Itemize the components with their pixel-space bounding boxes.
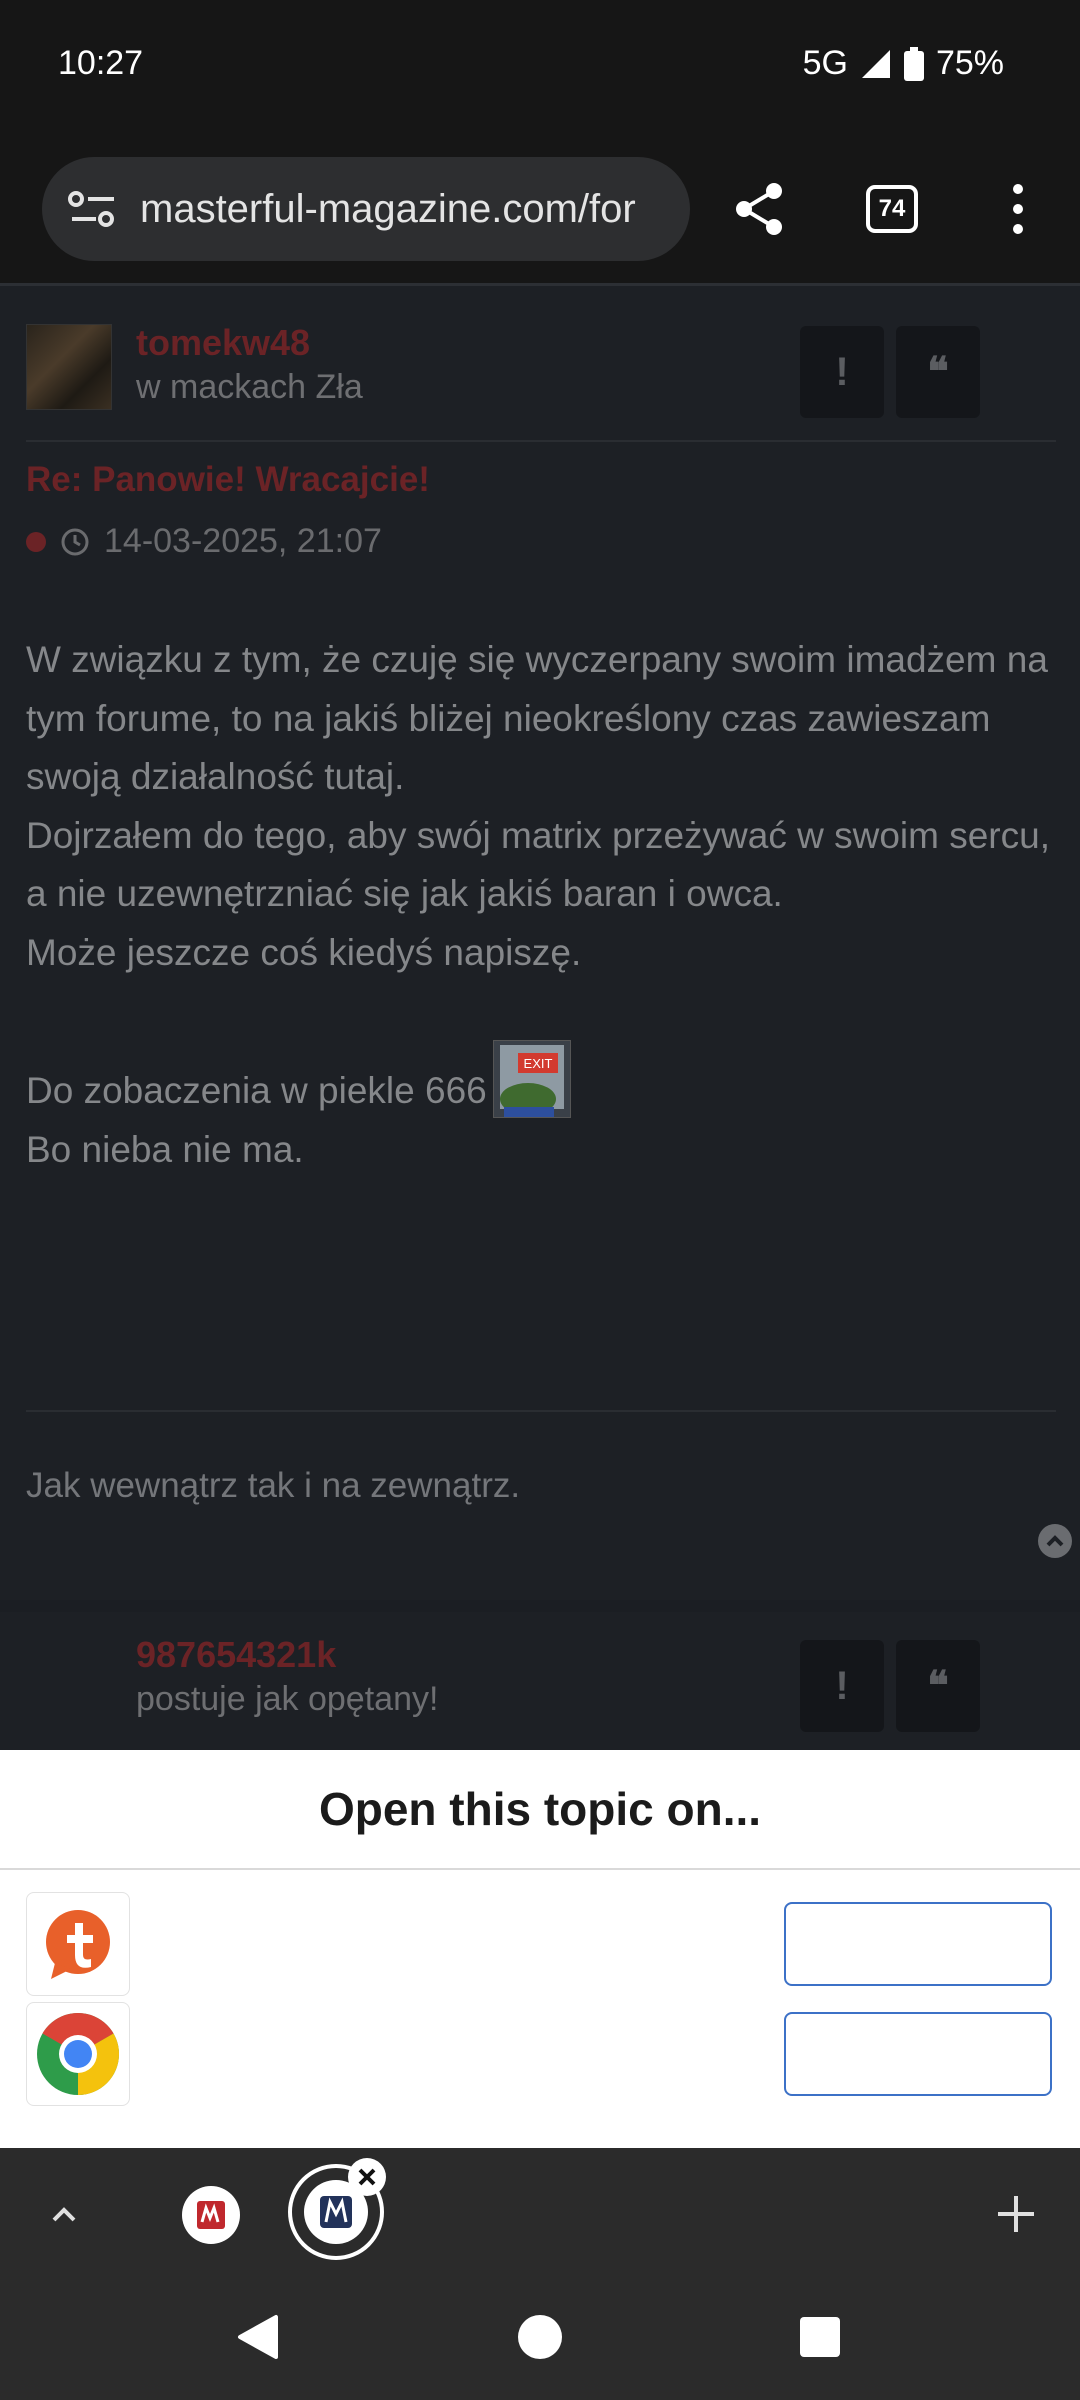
user-avatar[interactable] <box>26 324 112 410</box>
post-header-divider <box>26 440 1056 442</box>
plus-icon <box>998 2196 1034 2232</box>
open-in-sheet: Open this topic on... <box>0 1750 1080 2148</box>
tab-switcher-button[interactable]: 74 <box>856 173 928 245</box>
recents-button[interactable] <box>800 2317 840 2357</box>
forum-page: tomekw48 w mackach Zła ! ❝ Re: Panowie! … <box>0 286 1080 1750</box>
user-rank: postuje jak opętany! <box>136 1680 439 1718</box>
exit-emoji-icon: EXIT <box>492 1040 571 1118</box>
sheet-title: Open this topic on... <box>318 1783 762 1835</box>
page-info-icon[interactable] <box>64 185 124 233</box>
battery-percent: 75% <box>935 44 1004 82</box>
post-paragraph: W związku z tym, że czuję się wyczerpany… <box>26 639 1048 797</box>
post-paragraph: Do zobaczenia w piekle 666 EXIT <box>26 1040 1056 1121</box>
user-rank: w mackach Zła <box>136 368 363 406</box>
chevron-up-icon <box>1046 1535 1064 1547</box>
app-option-chrome <box>0 2002 1080 2106</box>
close-icon <box>358 2168 376 2186</box>
network-label: 5G <box>802 44 848 82</box>
close-tab-button[interactable] <box>348 2158 386 2196</box>
address-bar[interactable]: masterful-magazine.com/for <box>42 157 690 261</box>
forum-post: 987654321k postuje jak opętany! ! ❝ <box>0 1612 1080 1750</box>
chevron-up-icon <box>52 2207 76 2222</box>
home-button[interactable] <box>518 2315 562 2359</box>
offline-status-dot <box>26 531 46 552</box>
app-option-tapatalk <box>0 1892 1080 1996</box>
post-signature: Jak wewnątrz tak i na zewnątrz. <box>26 1466 521 1505</box>
quote-icon: ❝ <box>927 350 949 394</box>
more-menu-button[interactable] <box>982 173 1054 245</box>
quote-button[interactable]: ❝ <box>896 326 980 418</box>
url-text[interactable]: masterful-magazine.com/for <box>140 187 636 232</box>
tapatalk-icon[interactable] <box>26 1892 130 1996</box>
post-meta: 14-03-2025, 21:07 <box>26 522 382 561</box>
scroll-top-button[interactable] <box>1038 1524 1072 1558</box>
post-line: Do zobaczenia w piekle 666 <box>26 1070 487 1111</box>
quote-button[interactable]: ❝ <box>896 1640 980 1732</box>
post-date: 14-03-2025, 21:07 <box>104 522 382 560</box>
report-label: ! <box>835 1663 849 1708</box>
browser-toolbar: masterful-magazine.com/for 74 <box>0 135 1080 286</box>
back-icon[interactable] <box>234 2313 282 2361</box>
share-icon <box>736 183 782 235</box>
post-subject[interactable]: Re: Panowie! Wracajcie! <box>26 460 430 500</box>
site-logo-icon <box>197 2201 225 2229</box>
post-body: W związku z tym, że czuję się wyczerpany… <box>26 631 1056 1179</box>
open-chrome-button[interactable] <box>784 2012 1052 2096</box>
status-bar: 10:27 5G 75% <box>0 0 1080 135</box>
post-paragraph: Dojrzałem do tego, aby swój matrix przeż… <box>26 814 1050 915</box>
post-paragraph: Może jeszcze coś kiedyś napiszę. <box>26 931 582 973</box>
forum-post: tomekw48 w mackach Zła ! ❝ Re: Panowie! … <box>0 286 1080 1600</box>
chrome-icon[interactable] <box>26 2002 130 2106</box>
post-username[interactable]: 987654321k <box>136 1634 336 1676</box>
expand-tabs-button[interactable] <box>40 2190 88 2238</box>
status-time: 10:27 <box>58 44 144 82</box>
more-vert-icon <box>1013 184 1023 234</box>
quote-icon: ❝ <box>927 1664 949 1708</box>
tab-favicon-masterful[interactable] <box>182 2186 240 2244</box>
open-tapatalk-button[interactable] <box>784 1902 1052 1986</box>
signal-icon <box>861 49 890 78</box>
new-tab-button[interactable] <box>990 2188 1042 2240</box>
battery-icon <box>903 46 924 81</box>
system-navigation-bar <box>0 2265 1080 2400</box>
post-paragraph: Bo nieba nie ma. <box>26 1128 304 1170</box>
signature-divider <box>26 1410 1056 1412</box>
tab-count: 74 <box>866 185 918 233</box>
share-button[interactable] <box>724 173 796 245</box>
report-label: ! <box>835 349 849 394</box>
status-indicators: 5G 75% <box>803 44 1004 83</box>
exit-sign-text: EXIT <box>523 1056 552 1071</box>
report-button[interactable]: ! <box>800 1640 884 1732</box>
sheet-divider <box>0 1868 1080 1870</box>
post-username[interactable]: tomekw48 <box>136 322 310 364</box>
report-button[interactable]: ! <box>800 326 884 418</box>
clock-icon <box>61 528 89 555</box>
